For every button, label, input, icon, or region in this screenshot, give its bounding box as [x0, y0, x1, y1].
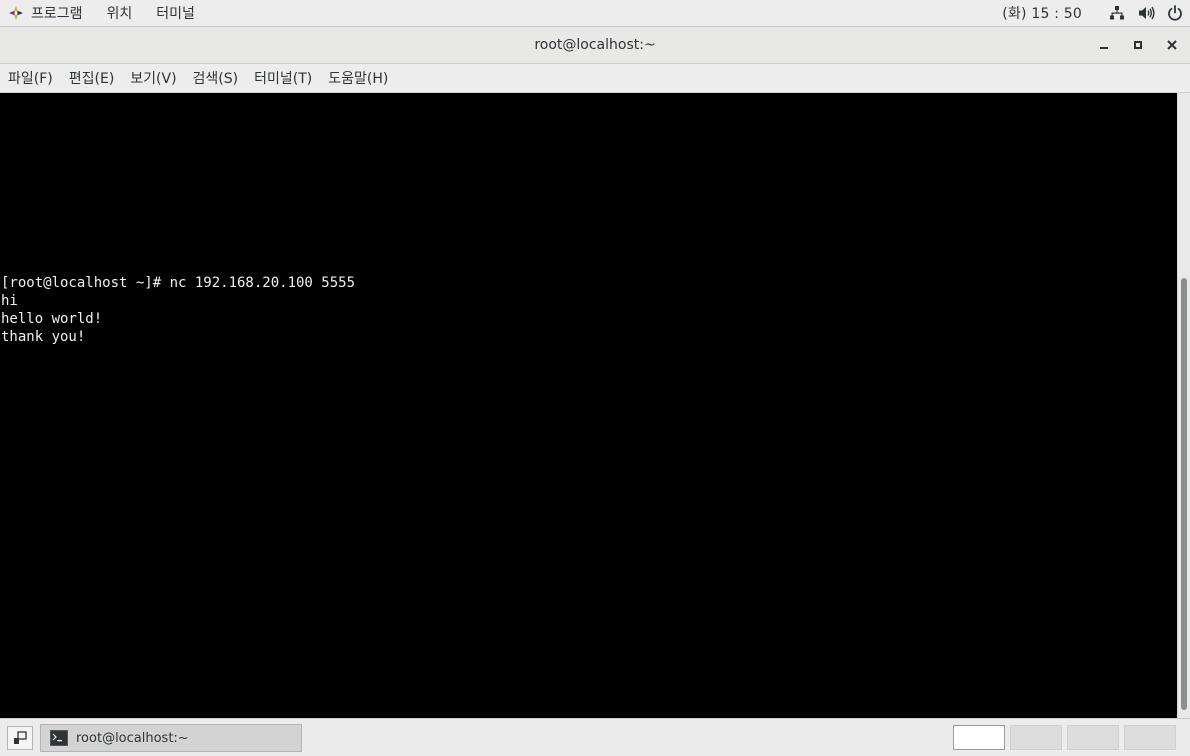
close-button[interactable]	[1163, 36, 1181, 54]
menu-edit[interactable]: 편집(E)	[69, 68, 115, 88]
terminal-line: hello world!	[1, 311, 103, 327]
distro-logo-icon	[9, 6, 23, 20]
top-menu-applications: 프로그램	[31, 6, 83, 22]
maximize-icon	[1134, 41, 1142, 49]
scrollbar-thumb[interactable]	[1181, 278, 1187, 710]
window-titlebar[interactable]: root@localhost:~	[0, 27, 1190, 64]
workspace-1[interactable]	[953, 725, 1005, 750]
workspace-3[interactable]	[1067, 725, 1119, 750]
close-icon	[1167, 40, 1177, 50]
maximize-button[interactable]	[1129, 36, 1147, 54]
show-desktop-icon	[14, 731, 27, 744]
minimize-button[interactable]	[1095, 36, 1113, 54]
menu-file[interactable]: 파일(F)	[8, 68, 53, 88]
clock[interactable]: (화) 15 : 50	[1002, 3, 1082, 23]
terminal-line: thank you!	[1, 329, 86, 345]
top-panel-left: 프로그램 위치 터미널	[0, 0, 219, 26]
applications-menu[interactable]: 프로그램	[0, 3, 107, 23]
minimize-icon	[1100, 47, 1108, 49]
power-icon[interactable]	[1166, 4, 1184, 22]
terminal-menubar: 파일(F) 편집(E) 보기(V) 검색(S) 터미널(T) 도움말(H)	[0, 64, 1190, 93]
menu-help[interactable]: 도움말(H)	[328, 68, 388, 88]
top-menu-terminal[interactable]: 터미널	[156, 3, 195, 23]
workspace-4[interactable]	[1124, 725, 1176, 750]
terminal-output[interactable]: [root@localhost ~]# nc 192.168.20.100 55…	[0, 93, 1177, 718]
volume-icon[interactable]	[1137, 4, 1155, 22]
taskbar-item-terminal[interactable]: root@localhost:~	[40, 724, 302, 752]
show-desktop-button[interactable]	[7, 726, 33, 750]
taskbar-item-label: root@localhost:~	[76, 730, 189, 746]
top-panel: 프로그램 위치 터미널 (화) 15 : 50	[0, 0, 1190, 27]
workspace-2[interactable]	[1010, 725, 1062, 750]
terminal-line: hi	[1, 293, 18, 309]
network-icon[interactable]	[1108, 4, 1126, 22]
terminal-text: [root@localhost ~]# nc 192.168.20.100 55…	[1, 274, 355, 346]
top-panel-right: (화) 15 : 50	[1002, 0, 1190, 26]
top-menu-places[interactable]: 위치	[107, 3, 133, 23]
menu-search[interactable]: 검색(S)	[193, 68, 239, 88]
terminal-line: [root@localhost ~]# nc 192.168.20.100 55…	[1, 275, 356, 291]
terminal-icon	[50, 730, 68, 746]
menu-terminal[interactable]: 터미널(T)	[254, 68, 312, 88]
window-title: root@localhost:~	[534, 37, 656, 53]
bottom-taskbar: root@localhost:~	[0, 718, 1190, 756]
menu-view[interactable]: 보기(V)	[130, 68, 176, 88]
terminal-scrollbar[interactable]	[1177, 93, 1190, 718]
